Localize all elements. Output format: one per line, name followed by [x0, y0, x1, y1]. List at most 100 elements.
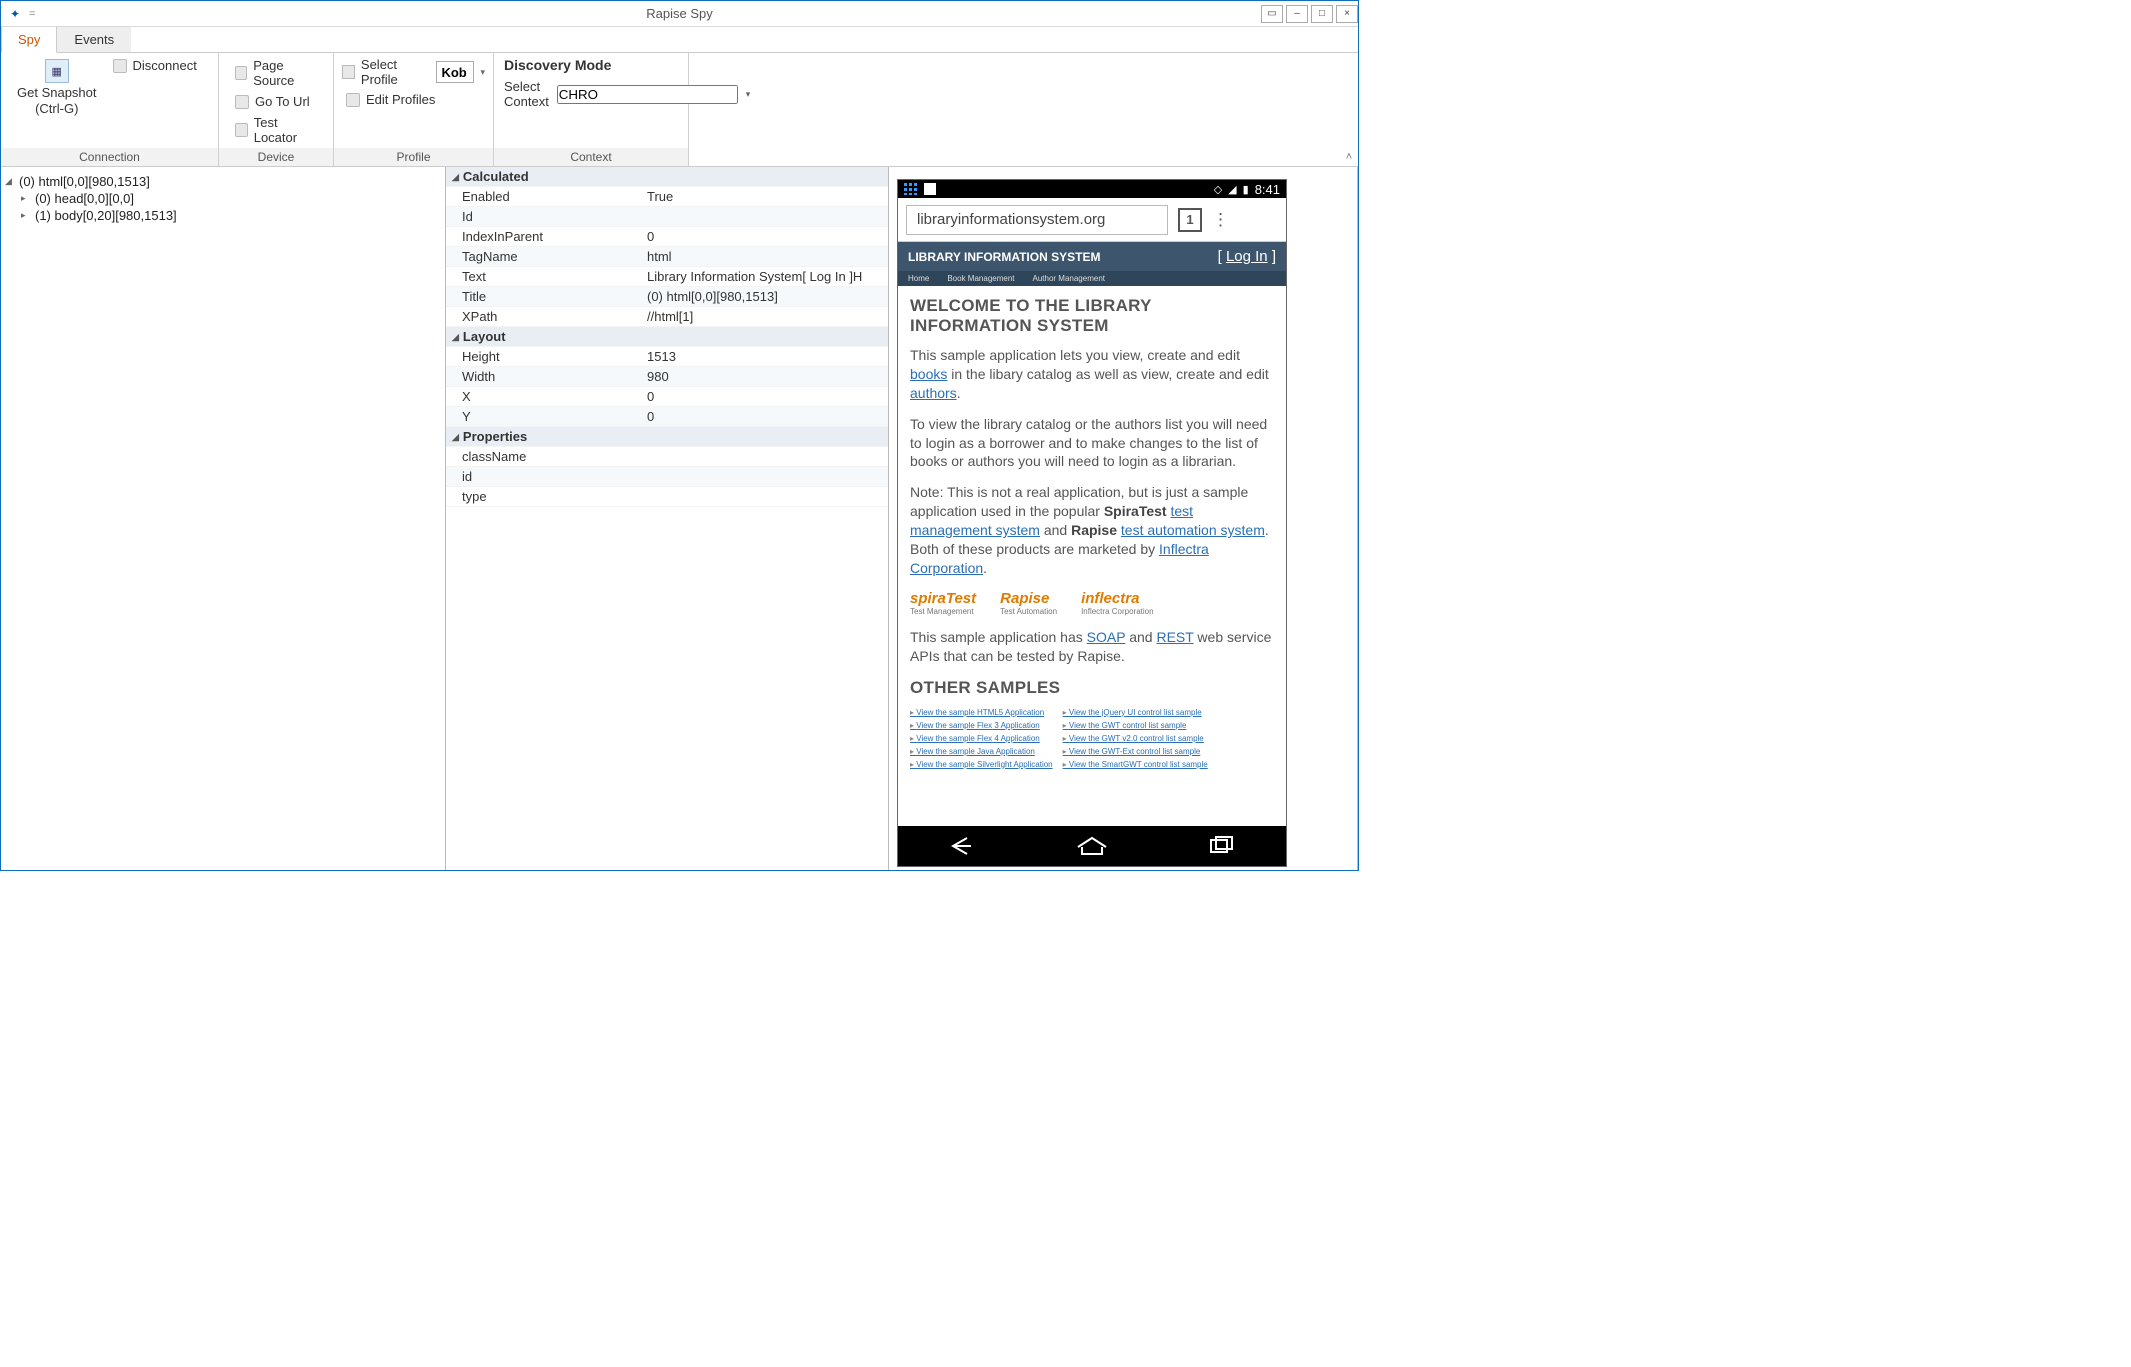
profile-select[interactable]: [436, 61, 474, 83]
site-nav: Home Book Management Author Management: [898, 271, 1286, 286]
tree-node-body[interactable]: ▸(1) body[0,20][980,1513]: [5, 207, 441, 224]
other-samples-heading: OTHER SAMPLES: [910, 678, 1274, 698]
window-popout-button[interactable]: ▭: [1261, 5, 1283, 23]
sample-link[interactable]: View the sample Flex 3 Application: [910, 721, 1053, 730]
window-maximize-button[interactable]: □: [1311, 5, 1333, 23]
prop-row[interactable]: Width980: [446, 367, 888, 387]
disconnect-button[interactable]: Disconnect: [109, 57, 201, 74]
group-label-profile: Profile: [334, 148, 493, 166]
page-content: LIBRARY INFORMATION SYSTEM [ Log In ] Ho…: [898, 242, 1286, 826]
instructions-paragraph: To view the library catalog or the autho…: [910, 415, 1274, 472]
qat-separator: =: [29, 8, 35, 20]
browser-toolbar: libraryinformationsystem.org 1 ⋮: [898, 198, 1286, 242]
prop-row[interactable]: IndexInParent0: [446, 227, 888, 247]
properties-panel: ◢Calculated EnabledTrue Id IndexInParent…: [446, 167, 889, 870]
nav-home[interactable]: Home: [908, 274, 929, 283]
books-link[interactable]: books: [910, 366, 947, 382]
tree-node-html[interactable]: ◢(0) html[0,0][980,1513]: [5, 173, 441, 190]
profile-dropdown-arrow[interactable]: ▾: [480, 67, 485, 78]
sample-link[interactable]: View the GWT-Ext control list sample: [1063, 747, 1208, 756]
prop-row[interactable]: XPath//html[1]: [446, 307, 888, 327]
get-snapshot-label: Get Snapshot (Ctrl-G): [17, 85, 97, 118]
sample-link[interactable]: View the sample Silverlight Application: [910, 760, 1053, 769]
prop-row[interactable]: Id: [446, 207, 888, 227]
rest-link[interactable]: REST: [1156, 629, 1193, 645]
address-bar[interactable]: libraryinformationsystem.org: [906, 205, 1168, 235]
prop-row[interactable]: Height1513: [446, 347, 888, 367]
sample-link[interactable]: View the sample Java Application: [910, 747, 1053, 756]
prop-row[interactable]: type: [446, 487, 888, 507]
tab-count-button[interactable]: 1: [1178, 208, 1202, 232]
ribbon-tabs: Spy Events: [1, 27, 1358, 53]
other-samples-links: View the sample HTML5 Application View t…: [910, 708, 1274, 769]
rapise-logo: Rapise: [1000, 590, 1057, 607]
nav-book[interactable]: Book Management: [947, 274, 1014, 283]
logos-row: spiraTestTest Management RapiseTest Auto…: [910, 590, 1274, 616]
android-back-button[interactable]: [947, 836, 977, 856]
test-locator-icon: [235, 123, 248, 137]
edit-profiles-button[interactable]: Edit Profiles: [342, 91, 485, 108]
edit-profiles-label: Edit Profiles: [366, 92, 435, 107]
apps-icon: [904, 183, 918, 195]
sample-link[interactable]: View the sample HTML5 Application: [910, 708, 1053, 717]
page-source-icon: [235, 66, 247, 80]
section-layout[interactable]: ◢Layout: [446, 327, 888, 347]
barcode-icon: [924, 183, 936, 195]
prop-row[interactable]: TextLibrary Information System[ Log In ]…: [446, 267, 888, 287]
get-snapshot-button[interactable]: ▦ Get Snapshot (Ctrl-G): [9, 57, 105, 146]
sample-link[interactable]: View the GWT v2.0 control list sample: [1063, 734, 1208, 743]
dom-tree-panel: ◢(0) html[0,0][980,1513] ▸(0) head[0,0][…: [1, 167, 446, 870]
ribbon-collapse-button[interactable]: ˄: [1340, 53, 1358, 166]
login-area: [ Log In ]: [1218, 248, 1276, 265]
sample-link[interactable]: View the SmartGWT control list sample: [1063, 760, 1208, 769]
discovery-mode-heading: Discovery Mode: [504, 57, 678, 73]
tree-node-head[interactable]: ▸(0) head[0,0][0,0]: [5, 190, 441, 207]
prop-row[interactable]: className: [446, 447, 888, 467]
site-banner: LIBRARY INFORMATION SYSTEM [ Log In ]: [898, 242, 1286, 271]
page-source-button[interactable]: Page Source: [231, 57, 321, 89]
disconnect-icon: [113, 59, 127, 73]
select-context-label: Select Context: [504, 79, 549, 109]
sample-link[interactable]: View the jQuery UI control list sample: [1063, 708, 1208, 717]
sample-link[interactable]: View the sample Flex 4 Application: [910, 734, 1053, 743]
inflectra-logo: inflectra: [1081, 590, 1153, 607]
go-to-url-icon: [235, 95, 249, 109]
tab-spy[interactable]: Spy: [1, 26, 57, 53]
test-locator-label: Test Locator: [254, 115, 317, 145]
intro-paragraph: This sample application lets you view, c…: [910, 346, 1274, 403]
group-label-connection: Connection: [1, 148, 218, 166]
edit-profiles-icon: [346, 93, 360, 107]
site-banner-title: LIBRARY INFORMATION SYSTEM: [908, 250, 1100, 264]
tab-events[interactable]: Events: [57, 26, 131, 52]
tree-node-head-label: (0) head[0,0][0,0]: [35, 191, 134, 206]
select-profile-label: Select Profile: [361, 57, 431, 87]
soap-link[interactable]: SOAP: [1087, 629, 1126, 645]
nav-author[interactable]: Author Management: [1033, 274, 1106, 283]
prop-row[interactable]: TagNamehtml: [446, 247, 888, 267]
prop-row[interactable]: id: [446, 467, 888, 487]
ribbon: ▦ Get Snapshot (Ctrl-G) Disconnect Conne…: [1, 53, 1358, 167]
api-paragraph: This sample application has SOAP and RES…: [910, 628, 1274, 666]
section-calculated[interactable]: ◢Calculated: [446, 167, 888, 187]
go-to-url-button[interactable]: Go To Url: [231, 93, 321, 110]
test-locator-button[interactable]: Test Locator: [231, 114, 321, 146]
window-minimize-button[interactable]: –: [1286, 5, 1308, 23]
prop-row[interactable]: Y0: [446, 407, 888, 427]
tas-link[interactable]: test automation system: [1121, 522, 1265, 538]
app-icon: ✦: [7, 6, 23, 22]
android-recents-button[interactable]: [1207, 836, 1237, 856]
login-link[interactable]: Log In: [1226, 248, 1268, 265]
spiratest-logo: spiraTest: [910, 590, 976, 607]
android-nav-bar: [898, 826, 1286, 866]
section-properties[interactable]: ◢Properties: [446, 427, 888, 447]
prop-row[interactable]: X0: [446, 387, 888, 407]
authors-link[interactable]: authors: [910, 385, 957, 401]
prop-row[interactable]: EnabledTrue: [446, 187, 888, 207]
window-title: Rapise Spy: [646, 6, 712, 21]
sample-link[interactable]: View the GWT control list sample: [1063, 721, 1208, 730]
window-close-button[interactable]: ×: [1336, 5, 1358, 23]
prop-row[interactable]: Title(0) html[0,0][980,1513]: [446, 287, 888, 307]
android-status-bar: ◇ ◢ ▮ 8:41: [898, 180, 1286, 198]
page-source-label: Page Source: [253, 58, 317, 88]
android-home-button[interactable]: [1074, 835, 1110, 857]
